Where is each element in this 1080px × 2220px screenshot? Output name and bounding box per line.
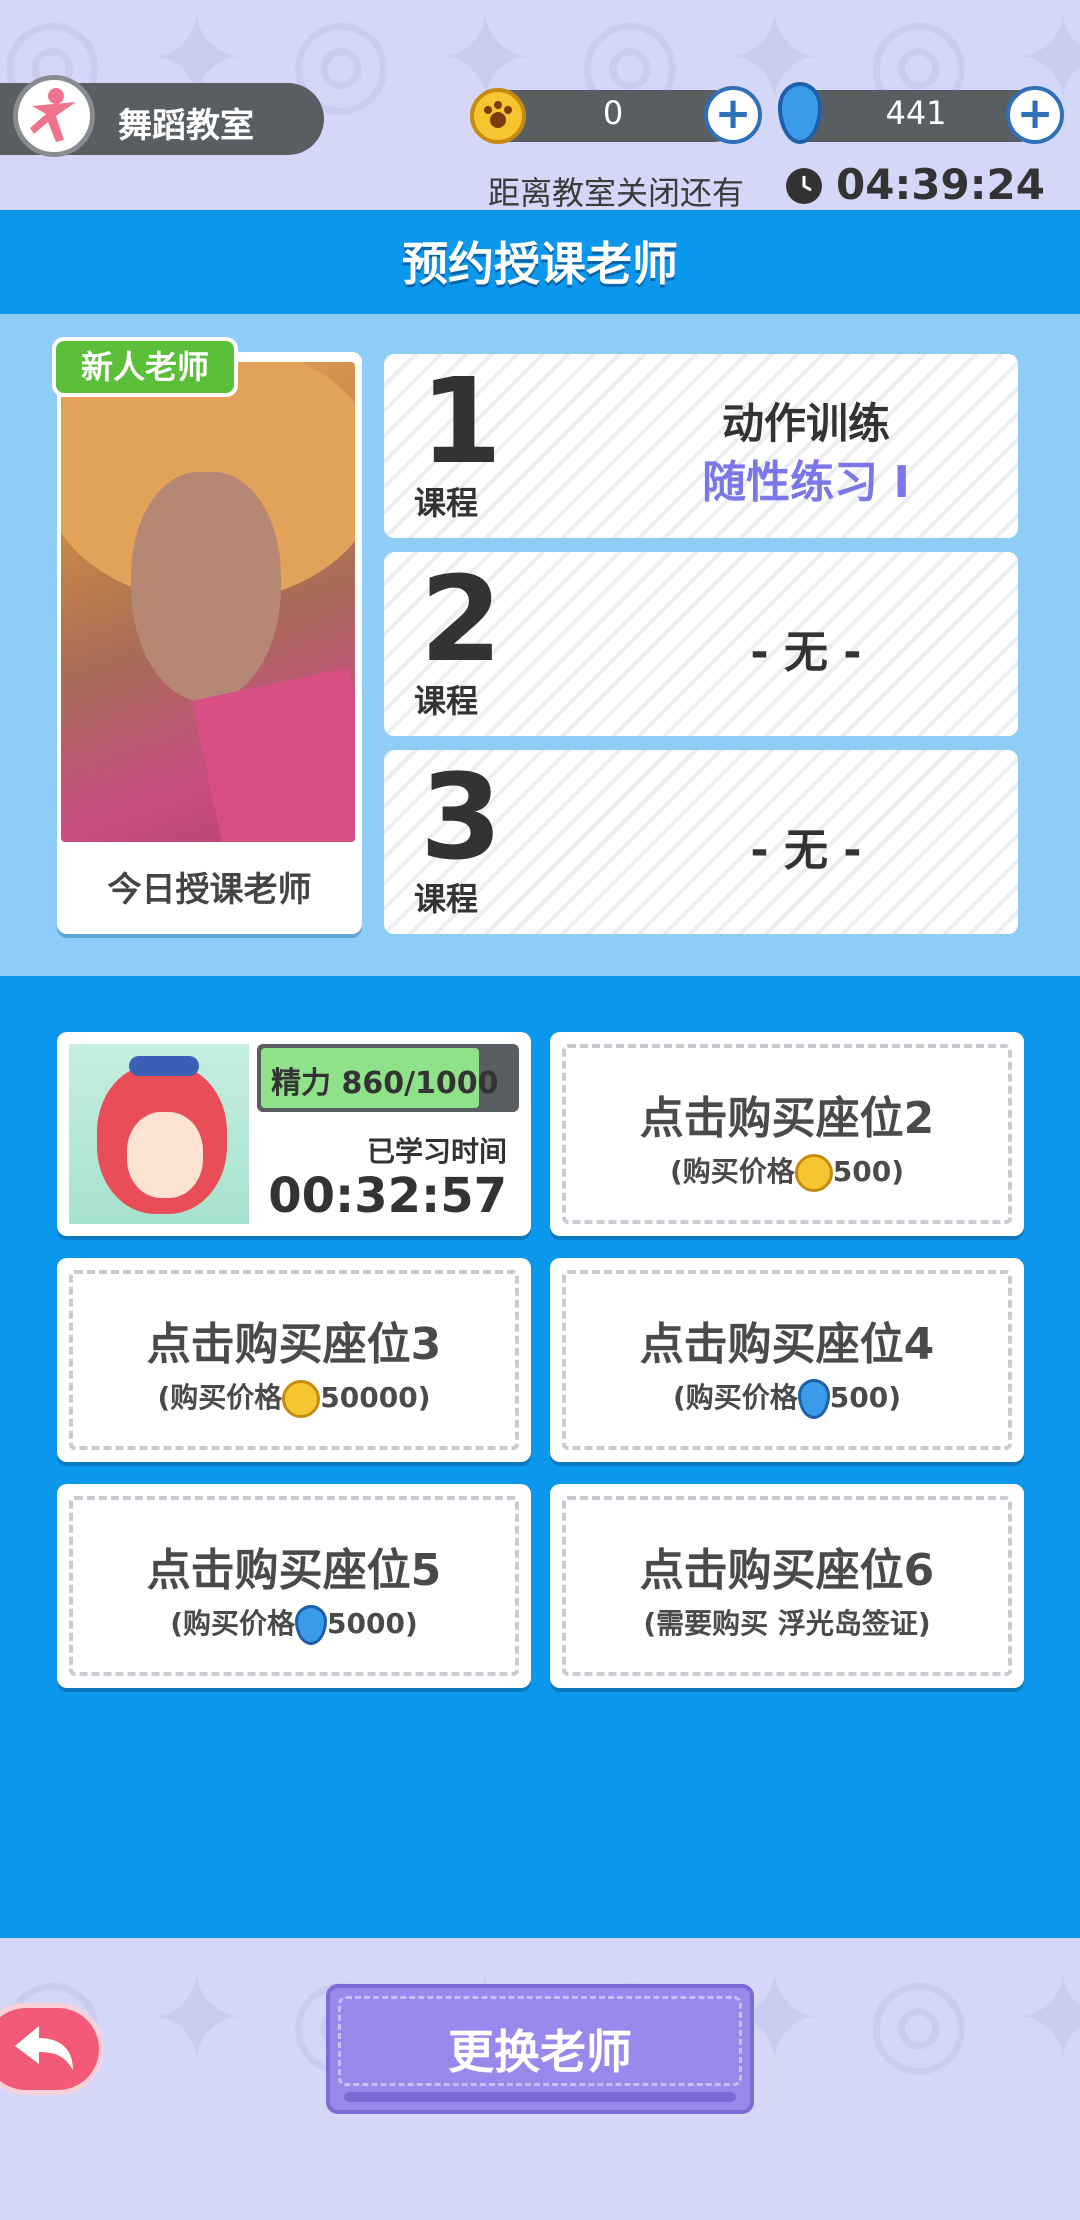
course-slot-2[interactable]: 2 课程 - 无 - [384,552,1018,736]
change-teacher-label: 更换老师 [448,2025,632,2079]
studied-label: 已学习时间 [366,1135,507,1168]
timer-label: 距离教室关闭还有 [488,174,745,212]
change-teacher-button[interactable]: 更换老师 [326,1984,754,2114]
reserve-title: 预约授课老师 [402,237,678,291]
seat-price: (购买价格 500) [550,1376,1024,1419]
buy-seat-4[interactable]: 点击购买座位4 (购买价格 500) [550,1258,1024,1462]
paw-coin-icon [470,88,526,144]
course-slot-3[interactable]: 3 课程 - 无 - [384,750,1018,934]
course-label: 课程 [414,682,479,720]
paw-coin-icon [794,1154,833,1192]
buy-seat-2[interactable]: 点击购买座位2 (购买价格 500) [550,1032,1024,1236]
seat-title: 点击购买座位3 [146,1319,442,1370]
course-label: 课程 [414,880,479,918]
gem-icon [295,1605,328,1645]
back-button[interactable] [0,2003,104,2095]
energy-bar: 精力 860/1000 [257,1044,519,1112]
seat-price: (购买价格 500) [550,1150,1024,1192]
seat-title: 点击购买座位5 [146,1545,442,1596]
buy-seat-6[interactable]: 点击购买座位6 (需要购买 浮光岛签证) [550,1484,1024,1688]
course-empty: - 无 - [750,627,862,678]
seat-title: 点击购买座位6 [639,1545,935,1596]
timer-value: 04:39:24 [836,160,1045,209]
clock-icon [786,168,822,204]
teacher-portrait [61,362,355,842]
course-slot-1[interactable]: 1 课程 动作训练 随性练习 I [384,354,1018,538]
location-label: 舞蹈教室 [118,106,254,146]
course-name: 动作训练 [721,399,890,448]
gem-count: 441 [885,94,947,132]
seat-price: (购买价格 50000) [57,1376,531,1418]
seat-title: 点击购买座位2 [639,1093,935,1144]
dance-icon [13,75,95,157]
gem-icon [797,1379,830,1419]
seat-price: (购买价格 5000) [57,1602,531,1645]
course-empty: - 无 - [750,825,862,876]
studied-time: 00:32:57 [268,1168,507,1224]
new-teacher-badge: 新人老师 [52,337,238,397]
seat-title: 点击购买座位4 [639,1319,935,1370]
add-coins-button[interactable]: + [704,86,762,144]
energy-text: 精力 860/1000 [271,1066,499,1101]
student-avatar [69,1044,249,1224]
buy-seat-3[interactable]: 点击购买座位3 (购买价格 50000) [57,1258,531,1462]
coin-count: 0 [602,94,624,132]
paw-coin-icon [282,1380,321,1418]
add-gems-button[interactable]: + [1006,86,1064,144]
buy-seat-5[interactable]: 点击购买座位5 (购买价格 5000) [57,1484,531,1688]
course-lesson: 随性练习 I [702,457,910,508]
teacher-caption: 今日授课老师 [107,870,312,910]
seat-1-student[interactable]: 精力 860/1000 已学习时间 00:32:57 [57,1032,531,1236]
back-arrow-icon [15,2026,73,2070]
seat-price: (需要购买 浮光岛签证) [643,1607,931,1640]
